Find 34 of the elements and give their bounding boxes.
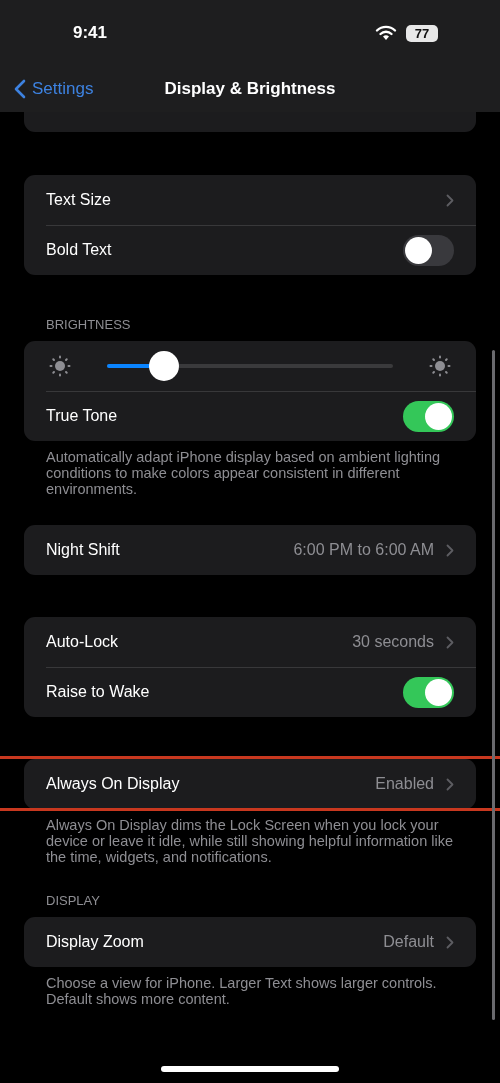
battery-indicator: 77: [406, 24, 438, 42]
page-title: Display & Brightness: [164, 79, 336, 99]
toggle-switch[interactable]: [403, 400, 454, 432]
back-chevron-icon: [14, 79, 26, 99]
row-label[interactable]: Always On Display: [46, 775, 376, 793]
chevron-icon: [446, 777, 454, 791]
section-header: BRIGHTNESS: [45, 317, 132, 333]
slider-thumb[interactable]: [149, 351, 180, 381]
row-label[interactable]: Night Shift: [46, 541, 294, 559]
row-label[interactable]: Text Size: [46, 191, 446, 209]
section-footer: Automatically adapt iPhone display based on ambient lighting conditions to make colors appear consistent in different environments.: [0, 441, 500, 497]
row-label[interactable]: Auto-Lock: [46, 633, 353, 651]
chevron-icon: [446, 935, 454, 949]
toggle-switch[interactable]: [403, 676, 454, 708]
row-label: True Tone: [46, 407, 119, 425]
row-value: Enabled: [375, 775, 434, 793]
section-header: DISPLAY: [45, 893, 101, 909]
status-time: 9:41: [73, 23, 109, 43]
bright-sun-icon: [428, 354, 452, 378]
row-label[interactable]: Display Zoom: [46, 933, 384, 951]
toggle-switch[interactable]: [403, 234, 454, 266]
chevron-icon: [446, 193, 454, 207]
row-value: 6:00 PM to 6:00 AM: [293, 541, 434, 559]
chevron-icon: [446, 635, 454, 649]
row-value: 30 seconds: [352, 633, 434, 651]
row-label: Raise to Wake: [46, 683, 151, 701]
section-footer: Choose a view for iPhone. Larger Text shows larger controls. Default shows more content.: [0, 967, 500, 1007]
row-value: Default: [383, 933, 434, 951]
section-footer: Always On Display dims the Lock Screen when you lock your device or leave it idle, while still showing helpful information like the time, widgets, and notifications.: [0, 809, 500, 865]
dim-sun-icon: [48, 354, 72, 378]
back-button[interactable]: Settings: [0, 78, 100, 100]
chevron-icon: [446, 543, 454, 557]
wifi-icon: [375, 25, 397, 41]
row-label: Bold Text: [46, 241, 113, 259]
